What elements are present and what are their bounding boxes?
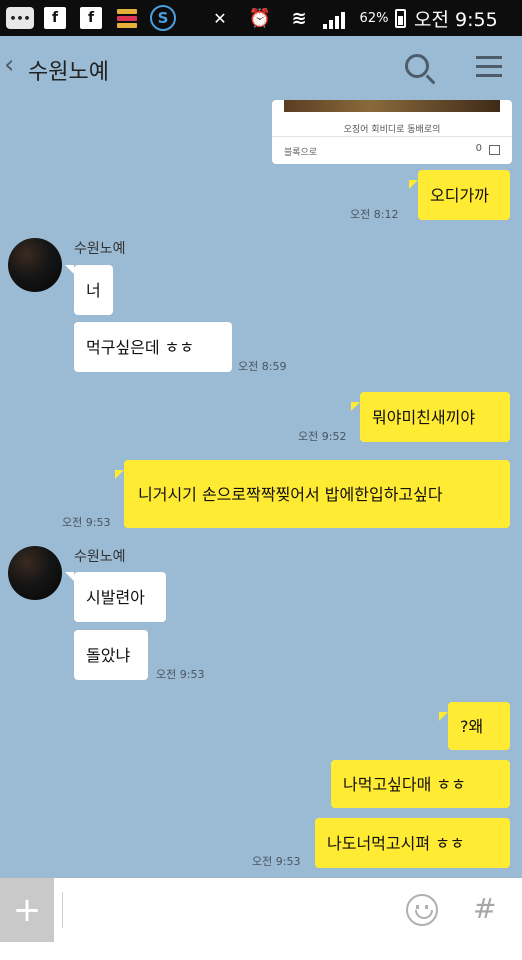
message-time: 오전 9:53 (62, 516, 111, 529)
status-time: 오전 9:55 (414, 8, 498, 31)
battery-percent: 62% (359, 10, 389, 26)
message-time: 오전 8:12 (350, 208, 399, 221)
incoming-message[interactable]: 돌았냐 (74, 630, 148, 680)
card-count: 0 (475, 143, 482, 154)
avatar[interactable] (8, 546, 62, 600)
app-notification-icon (116, 7, 138, 29)
menu-icon[interactable] (476, 56, 502, 78)
mute-icon: ✕ (213, 8, 227, 28)
bubble-tail (115, 470, 124, 479)
chat-header: ‹ 수원노예 (0, 36, 522, 100)
avatar[interactable] (8, 238, 62, 292)
facebook-icon: f (80, 7, 102, 29)
incoming-message[interactable]: 먹구싶은데 ㅎㅎ (74, 322, 232, 372)
sender-name: 수원노예 (74, 241, 126, 257)
bubble-tail (65, 572, 74, 581)
outgoing-message[interactable]: 오디가까 (418, 170, 510, 220)
outgoing-message[interactable]: 나도너먹고시펴 ㅎㅎ (315, 818, 510, 868)
shared-link-card[interactable]: 오징어 회비디로 동배로의 블록으로 0 (272, 100, 512, 164)
back-chevron-icon[interactable]: ‹ (4, 50, 14, 80)
chat-title: 수원노예 (28, 60, 109, 85)
outgoing-message[interactable]: 뭐야미친새끼야 (360, 392, 510, 442)
card-caption: 오징어 회비디로 동배로의 (343, 125, 441, 135)
message-time: 오전 9:53 (252, 855, 301, 868)
incoming-message[interactable]: 시발련아 (74, 572, 166, 622)
hash-icon[interactable]: # (473, 892, 496, 925)
message-time: 오전 9:53 (156, 668, 205, 681)
signal-icon (322, 7, 346, 29)
alarm-icon: ⏰ (248, 7, 272, 29)
sender-name: 수원노예 (74, 549, 126, 565)
incoming-message[interactable]: 너 (74, 265, 113, 315)
message-input[interactable] (62, 892, 392, 928)
outgoing-message[interactable]: 나먹고싶다매 ㅎㅎ (331, 760, 510, 808)
attach-plus-button[interactable]: + (0, 878, 54, 942)
bubble-tail (409, 180, 418, 189)
message-input-bar: + # (0, 878, 522, 960)
outgoing-message[interactable]: ?왜 (448, 702, 510, 750)
card-source: 블록으로 (284, 148, 318, 158)
bubble-tail (351, 402, 360, 411)
message-time: 오전 9:52 (298, 430, 347, 443)
sync-app-icon: S (150, 5, 176, 31)
wifi-icon: ≋ (291, 7, 307, 29)
share-icon[interactable] (489, 145, 500, 155)
status-bar: ••• f f S ✕ ⏰ ≋ 62% 오전 9:55 (0, 0, 522, 36)
bubble-tail (65, 265, 74, 274)
search-icon[interactable] (405, 54, 429, 78)
battery-icon (395, 9, 406, 28)
bubble-tail (439, 712, 448, 721)
card-thumbnail (284, 100, 500, 112)
card-footer: 블록으로 0 (272, 136, 512, 164)
message-time: 오전 8:59 (238, 360, 287, 373)
chat-notification-icon: ••• (6, 7, 34, 29)
outgoing-message[interactable]: 니거시기 손으로짝짝찢어서 밥에한입하고싶다 (124, 460, 510, 528)
facebook-icon: f (44, 7, 66, 29)
emoji-icon[interactable] (406, 894, 438, 926)
